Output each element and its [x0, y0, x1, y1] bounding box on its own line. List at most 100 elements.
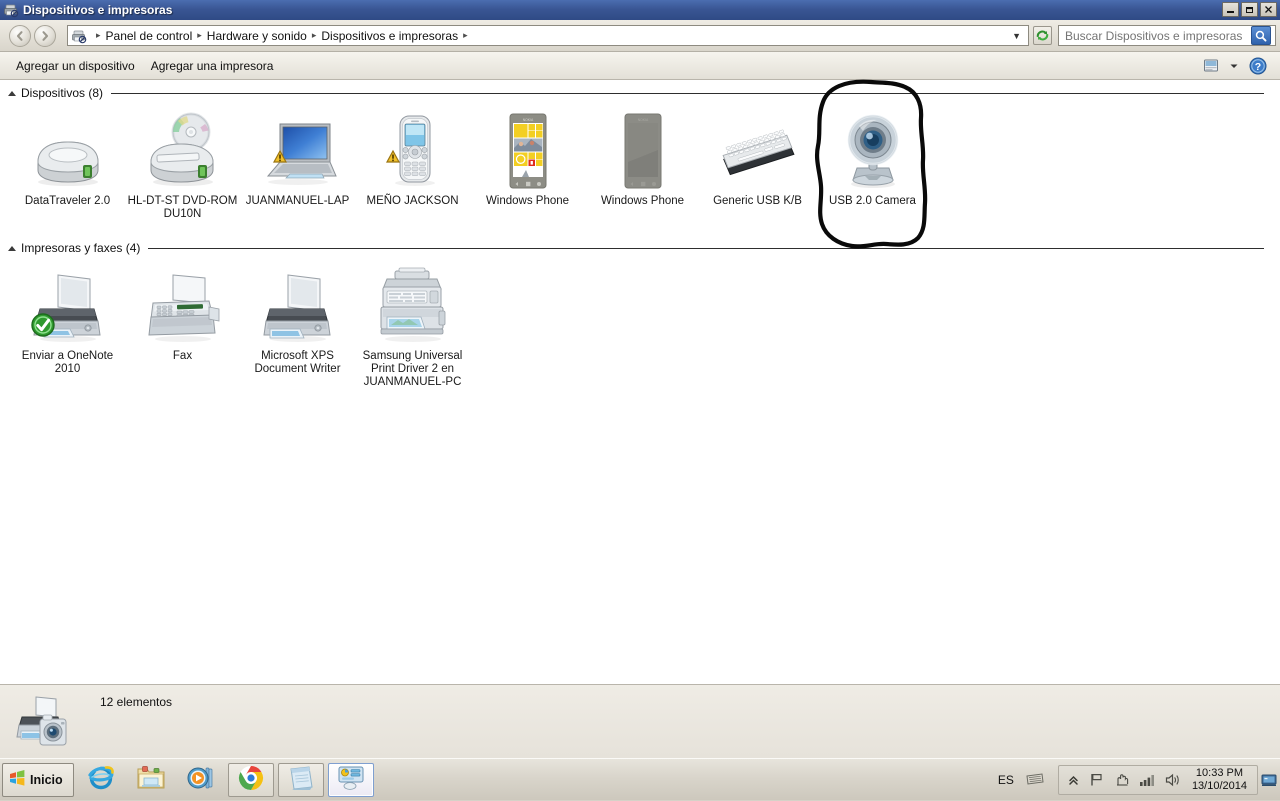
close-button[interactable] [1260, 2, 1277, 17]
taskbar-google-chrome[interactable] [227, 762, 274, 797]
safely-remove-hardware-icon[interactable] [1109, 772, 1134, 787]
control-panel-icon [337, 765, 365, 794]
keyboard-tray-icon[interactable] [1020, 771, 1050, 788]
chevron-down-icon[interactable]: ▼ [1007, 31, 1026, 41]
printer-icon [28, 265, 108, 347]
action-center-flag-icon[interactable] [1084, 772, 1109, 787]
windows-desktop: Dispositivos e impresoras ▸ Panel de con… [0, 0, 1280, 800]
address-bar[interactable]: ▸ Panel de control ▸ Hardware y sonido ▸… [67, 25, 1029, 46]
breadcrumb-separator-0[interactable]: ▸ [96, 30, 101, 41]
start-label: Inicio [30, 772, 63, 787]
multifunction-printer-icon [373, 265, 453, 347]
breadcrumb-separator-2[interactable]: ▸ [312, 30, 317, 41]
search-input[interactable] [1063, 27, 1249, 44]
group-divider [148, 247, 1264, 249]
taskbar: Inicio ES 10:33 PM 13/10/2014 [0, 758, 1280, 800]
item-count-status: 12 elementos [100, 695, 173, 709]
language-indicator[interactable]: ES [992, 773, 1020, 787]
help-icon[interactable]: ? [1244, 55, 1272, 77]
device-usb-camera[interactable]: USB 2.0 Camera [815, 106, 930, 223]
printer-xps-writer[interactable]: Microsoft XPS Document Writer [240, 261, 355, 391]
printer-camera-icon [16, 693, 76, 751]
taskbar-internet-explorer[interactable] [78, 763, 124, 797]
show-desktop-icon[interactable] [1260, 765, 1278, 795]
printer-onenote-2010[interactable]: Enviar a OneNote 2010 [10, 261, 125, 391]
printers-tile-row: Enviar a OneNote 2010 Fax Microsoft XPS … [0, 257, 1280, 391]
device-label: Generic USB K/B [713, 195, 802, 207]
notification-area: 10:33 PM 13/10/2014 [1057, 764, 1258, 795]
collapse-triangle-icon[interactable] [8, 245, 16, 251]
devices-content-area: Dispositivos (8) DataTraveler 2.0 HL-DT-… [0, 80, 1280, 684]
command-bar: Agregar un dispositivo Agregar una impre… [0, 52, 1280, 80]
restore-button[interactable] [1241, 2, 1258, 17]
svg-text:?: ? [1255, 61, 1261, 73]
minimize-button[interactable] [1222, 2, 1239, 17]
device-label: Windows Phone [485, 195, 570, 207]
breadcrumb-separator-1[interactable]: ▸ [197, 30, 202, 41]
printer-samsung-universal[interactable]: Samsung Universal Print Driver 2 en JUAN… [355, 261, 470, 391]
change-view-icon[interactable] [1198, 56, 1224, 75]
printers-group-label: Impresoras y faxes (4) [21, 241, 141, 255]
folder-explorer-icon [136, 764, 166, 795]
device-label: JUANMANUEL-LAP [245, 195, 350, 207]
breadcrumb-item-control-panel[interactable]: Panel de control [106, 29, 193, 43]
window-controls [1222, 2, 1277, 17]
breadcrumb-separator-3[interactable]: ▸ [463, 30, 468, 41]
device-windows-phone-1[interactable]: NOKIA Windows Phone [470, 106, 585, 223]
volume-speaker-icon[interactable] [1160, 773, 1186, 787]
notepad-icon [287, 765, 315, 794]
devices-group-header[interactable]: Dispositivos (8) [0, 80, 1280, 102]
printer-label: Enviar a OneNote 2010 [21, 350, 114, 375]
mobile-phone-icon [373, 110, 453, 192]
add-device-button[interactable]: Agregar un dispositivo [8, 56, 143, 76]
window-title-bar: Dispositivos e impresoras [0, 0, 1280, 20]
windows-flag-icon [8, 769, 26, 790]
clock-time: 10:33 PM [1195, 766, 1244, 779]
collapse-triangle-icon[interactable] [8, 90, 16, 96]
taskbar-media-player[interactable] [178, 763, 224, 797]
add-printer-button[interactable]: Agregar una impresora [143, 56, 282, 76]
taskbar-windows-explorer[interactable] [128, 763, 174, 797]
device-juanmanuel-lap[interactable]: JUANMANUEL-LAP [240, 106, 355, 223]
device-windows-phone-2[interactable]: NOKIA Windows Phone [585, 106, 700, 223]
webcam-icon [833, 110, 913, 192]
device-meno-jackson[interactable]: MEÑO JACKSON [355, 106, 470, 223]
taskbar-devices-printers[interactable] [327, 762, 374, 797]
default-printer-check-badge [30, 313, 55, 337]
internet-explorer-icon [86, 763, 116, 796]
show-hidden-icons-chevron[interactable] [1063, 774, 1084, 786]
usb-drive-icon [28, 110, 108, 192]
start-button[interactable]: Inicio [2, 762, 74, 797]
fax-icon [143, 265, 223, 347]
system-tray: ES 10:33 PM 13/10/2014 [992, 759, 1280, 801]
printer-label: Fax [172, 350, 193, 362]
printers-group-header[interactable]: Impresoras y faxes (4) [0, 235, 1280, 257]
back-button[interactable] [9, 24, 31, 47]
search-box[interactable] [1058, 25, 1276, 46]
printer-label: Microsoft XPS Document Writer [254, 350, 341, 375]
breadcrumb-item-devices-printers[interactable]: Dispositivos e impresoras [321, 29, 458, 43]
device-dvd-rom[interactable]: HL-DT-ST DVD-ROM DU10N [125, 106, 240, 223]
device-datatraveler[interactable]: DataTraveler 2.0 [10, 106, 125, 223]
breadcrumb-item-hardware-sound[interactable]: Hardware y sonido [207, 29, 307, 43]
forward-button[interactable] [34, 24, 56, 47]
device-label: USB 2.0 Camera [829, 195, 916, 207]
chrome-icon [238, 765, 264, 794]
view-dropdown-chevron-icon[interactable] [1224, 59, 1244, 73]
refresh-icon[interactable] [1033, 26, 1052, 45]
clock[interactable]: 10:33 PM 13/10/2014 [1186, 767, 1253, 793]
device-generic-usb-kb[interactable]: Generic USB K/B [700, 106, 815, 223]
printer-icon [258, 265, 338, 347]
search-icon[interactable] [1251, 26, 1271, 45]
details-pane: 12 elementos [0, 684, 1280, 758]
network-signal-icon[interactable] [1134, 773, 1160, 787]
printer-device-icon [71, 28, 87, 44]
media-player-icon [186, 764, 216, 795]
taskbar-notepad[interactable] [277, 762, 324, 797]
svg-text:NOKIA: NOKIA [522, 118, 533, 122]
keyboard-icon [718, 110, 798, 192]
devices-tile-row: DataTraveler 2.0 HL-DT-ST DVD-ROM DU10N … [0, 102, 1280, 223]
clock-date: 13/10/2014 [1191, 779, 1247, 792]
printer-label: Samsung Universal Print Driver 2 en JUAN… [362, 350, 463, 388]
printer-fax[interactable]: Fax [125, 261, 240, 391]
